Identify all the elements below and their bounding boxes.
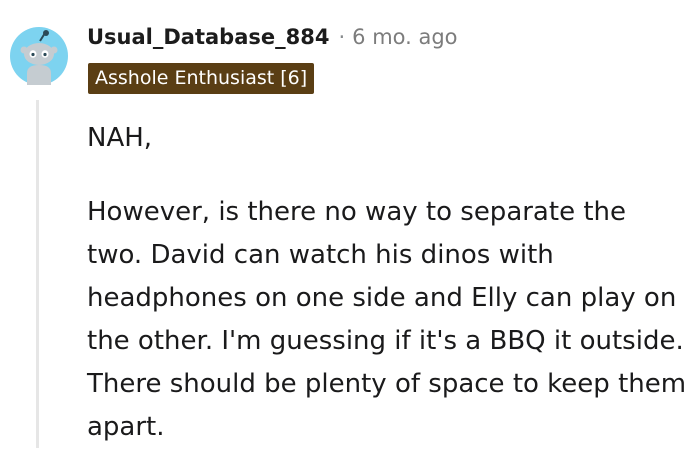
- user-flair-badge: Asshole Enthusiast [6]: [88, 63, 315, 94]
- username-link[interactable]: Usual_Database_884: [87, 25, 329, 49]
- comment-paragraph: However, is there no way to separate the…: [87, 197, 687, 442]
- avatar[interactable]: [10, 27, 68, 85]
- comment: Usual_Database_884 · 6 mo. ago Asshole E…: [0, 0, 700, 448]
- comment-paragraph: NAH,: [87, 123, 153, 153]
- reddit-snoo-avatar-icon: [10, 27, 68, 85]
- timestamp-link[interactable]: 6 mo. ago: [352, 25, 457, 49]
- comment-header: Usual_Database_884 · 6 mo. ago: [87, 22, 458, 52]
- thread-collapse-line[interactable]: [36, 100, 39, 448]
- meta-separator: ·: [338, 25, 346, 49]
- comment-body: NAH, However, is there no way to separat…: [87, 117, 687, 449]
